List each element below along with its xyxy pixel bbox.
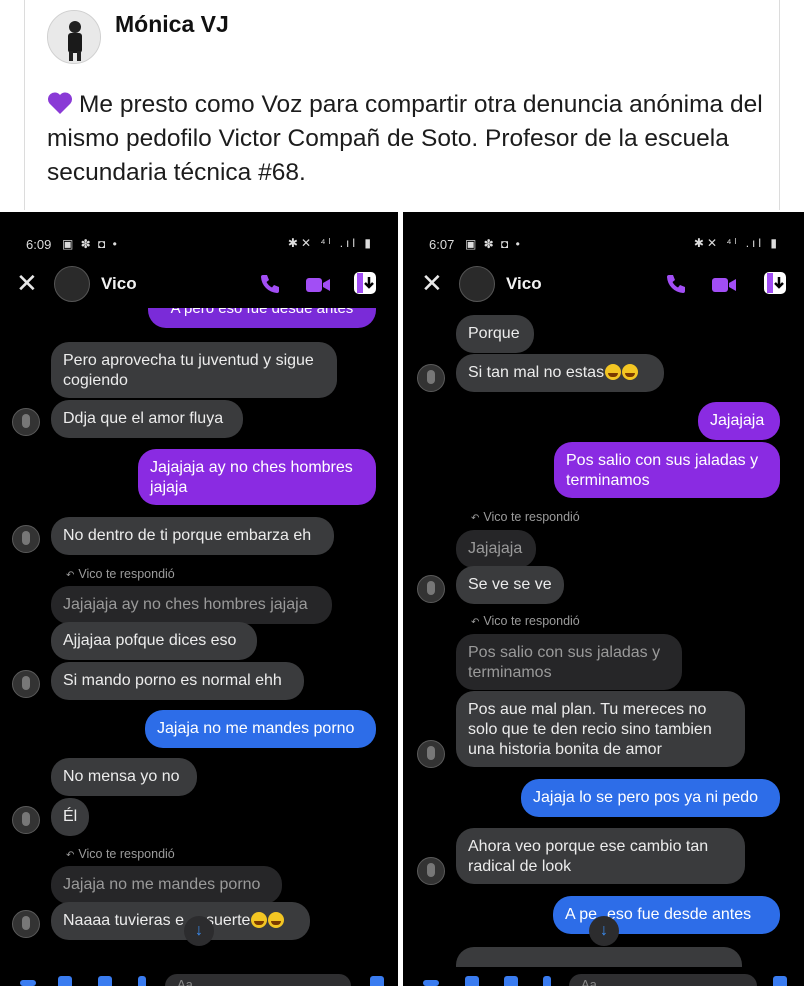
message-input[interactable]: Aa [569, 974, 757, 986]
contact-avatar [12, 806, 40, 834]
info-icon[interactable] [352, 270, 378, 296]
grinning-emoji-icon [622, 364, 639, 380]
grinning-emoji-icon [605, 364, 622, 380]
close-icon[interactable]: ✕ [421, 268, 443, 298]
message-composer: Aa [403, 972, 804, 986]
message-input[interactable]: Aa [165, 974, 351, 986]
info-icon[interactable] [762, 270, 788, 296]
battery-signal-icons: ✱✕ ⁴ˡ .ıl ▮ [693, 236, 780, 250]
message-incoming[interactable]: Si mando porno es normal ehh [51, 662, 304, 700]
video-call-icon[interactable] [305, 275, 331, 295]
close-icon[interactable]: ✕ [16, 268, 38, 298]
more-options-icon[interactable] [20, 980, 36, 986]
chat-screenshot-right: 6:07 ▣ ✽ ◘ • ✱✕ ⁴ˡ .ıl ▮ ✕ Vico Porque S… [403, 212, 804, 986]
contact-avatar[interactable] [459, 266, 495, 302]
message-incoming[interactable]: Se ve se ve [456, 566, 564, 604]
notification-icons: ▣ ✽ ◘ • [62, 237, 119, 251]
battery-signal-icons: ✱✕ ⁴ˡ .ıl ▮ [287, 236, 374, 250]
crying-laughing-emoji-icon [268, 912, 285, 928]
quoted-message[interactable]: Jajajaja [456, 530, 536, 568]
message-incoming[interactable]: Pero aprovecha tu juventud y sigue cogie… [51, 342, 337, 398]
purple-heart-icon [47, 92, 73, 114]
contact-avatar [417, 857, 445, 885]
reply-indicator: ↶ Vico te respondió [66, 847, 175, 861]
message-outgoing[interactable]: A pero eso fue desde antes [148, 308, 376, 328]
contact-avatar [12, 408, 40, 436]
message-outgoing[interactable]: Pos salio con sus jaladas y terminamos [554, 442, 780, 498]
message-outgoing[interactable]: A pe eso fue desde antes [553, 896, 780, 934]
gallery-icon[interactable] [504, 976, 518, 986]
microphone-icon[interactable] [543, 976, 551, 986]
status-bar: 6:09 ▣ ✽ ◘ • ✱✕ ⁴ˡ .ıl ▮ [0, 236, 398, 256]
message-incoming[interactable]: Porque [456, 315, 534, 353]
contact-avatar [417, 740, 445, 768]
contact-avatar [12, 670, 40, 698]
message-incoming[interactable]: Ahora veo porque ese cambio tan radical … [456, 828, 745, 884]
message-outgoing[interactable]: Jajaja no me mandes porno [145, 710, 376, 748]
video-call-icon[interactable] [711, 275, 737, 295]
like-icon[interactable] [370, 976, 384, 986]
reply-indicator: ↶ Vico te respondió [471, 510, 580, 524]
quoted-message[interactable]: Pos salio con sus jaladas y terminamos [456, 634, 682, 690]
reply-indicator: ↶ Vico te respondió [471, 614, 580, 628]
message-outgoing[interactable]: Jajaja lo se pero pos ya ni pedo [521, 779, 780, 817]
chat-header: ✕ Vico [0, 266, 398, 306]
phone-icon[interactable] [258, 272, 282, 296]
contact-name[interactable]: Vico [101, 274, 137, 294]
quoted-message[interactable]: Jajaja no me mandes porno [51, 866, 282, 904]
quoted-message[interactable]: Jajajaja ay no ches hombres jajaja [51, 586, 332, 624]
laughing-emoji-icon [251, 912, 268, 928]
message-incoming[interactable]: Si tan mal no estas [456, 354, 664, 392]
like-icon[interactable] [773, 976, 787, 986]
status-bar: 6:07 ▣ ✽ ◘ • ✱✕ ⁴ˡ .ıl ▮ [403, 236, 804, 256]
scroll-down-icon[interactable]: ↓ [184, 916, 214, 946]
phone-icon[interactable] [664, 272, 688, 296]
scroll-down-icon[interactable]: ↓ [589, 916, 619, 946]
message-incoming[interactable]: No dentro de ti porque embarza eh [51, 517, 334, 555]
contact-avatar [12, 525, 40, 553]
contact-avatar [417, 575, 445, 603]
contact-name[interactable]: Vico [506, 274, 542, 294]
chat-header: ✕ Vico [403, 266, 804, 306]
message-composer: Aa [0, 972, 398, 986]
message-outgoing[interactable]: Jajajaja ay no ches hombres jajaja [138, 449, 376, 505]
message-incoming[interactable]: No mensa yo no [51, 758, 197, 796]
message-incoming[interactable]: Él [51, 798, 89, 836]
reply-indicator: ↶ Vico te respondió [66, 567, 175, 581]
message-incoming[interactable] [456, 947, 742, 967]
post-body: Me presto como Voz para compartir otra d… [47, 88, 767, 190]
message-incoming[interactable]: Ddja que el amor fluya [51, 400, 243, 438]
message-incoming[interactable]: Pos aue mal plan. Tu mereces no solo que… [456, 691, 745, 767]
camera-icon[interactable] [465, 976, 479, 986]
message-incoming[interactable]: Ajjajaa pofque dices eso [51, 622, 257, 660]
gallery-icon[interactable] [98, 976, 112, 986]
author-avatar[interactable] [47, 10, 101, 64]
author-name[interactable]: Mónica VJ [115, 11, 229, 38]
message-incoming[interactable]: Naaaa tuvieras e suerte [51, 902, 310, 940]
contact-avatar[interactable] [54, 266, 90, 302]
status-time: 6:07 [429, 237, 455, 252]
camera-icon[interactable] [58, 976, 72, 986]
more-options-icon[interactable] [423, 980, 439, 986]
notification-icons: ▣ ✽ ◘ • [465, 237, 522, 251]
contact-avatar [417, 364, 445, 392]
post-text: Me presto como Voz para compartir otra d… [47, 91, 763, 186]
chat-screenshot-left: 6:09 ▣ ✽ ◘ • ✱✕ ⁴ˡ .ıl ▮ ✕ Vico A pero e… [0, 212, 398, 986]
contact-avatar [12, 910, 40, 938]
message-outgoing[interactable]: Jajajaja [698, 402, 780, 440]
facebook-post-card: Mónica VJ Me presto como Voz para compar… [24, 0, 780, 210]
microphone-icon[interactable] [138, 976, 146, 986]
status-time: 6:09 [26, 237, 52, 252]
